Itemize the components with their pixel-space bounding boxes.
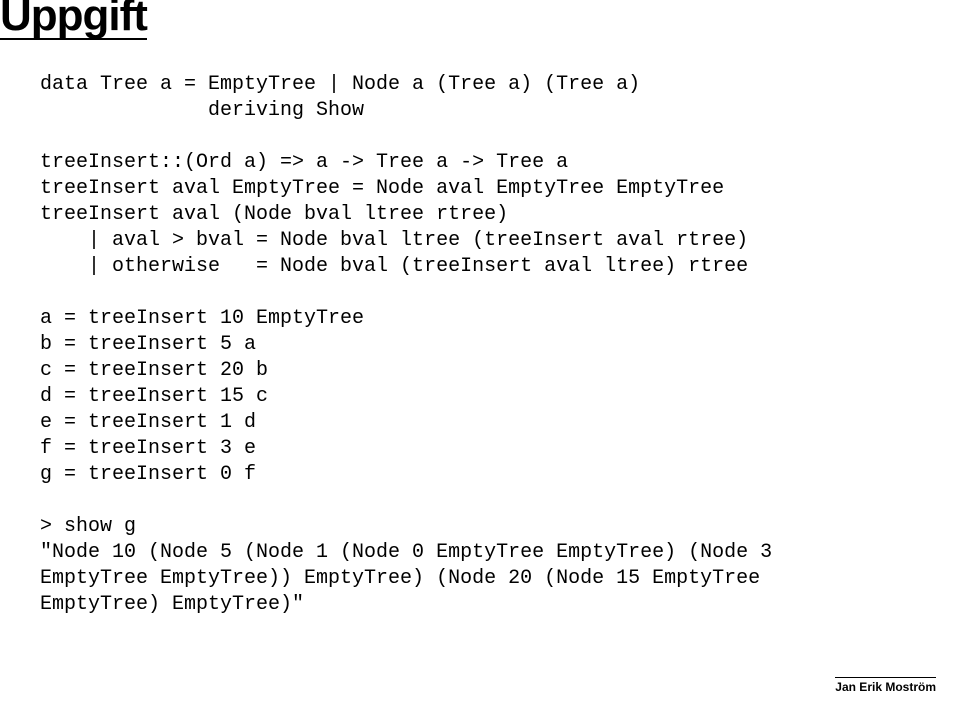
slide: Uppgift data Tree a = EmptyTree | Node a… [0,0,960,708]
slide-title: Uppgift [0,0,147,40]
code-block: data Tree a = EmptyTree | Node a (Tree a… [40,72,920,618]
slide-footer: Jan Erik Moström [835,677,936,694]
